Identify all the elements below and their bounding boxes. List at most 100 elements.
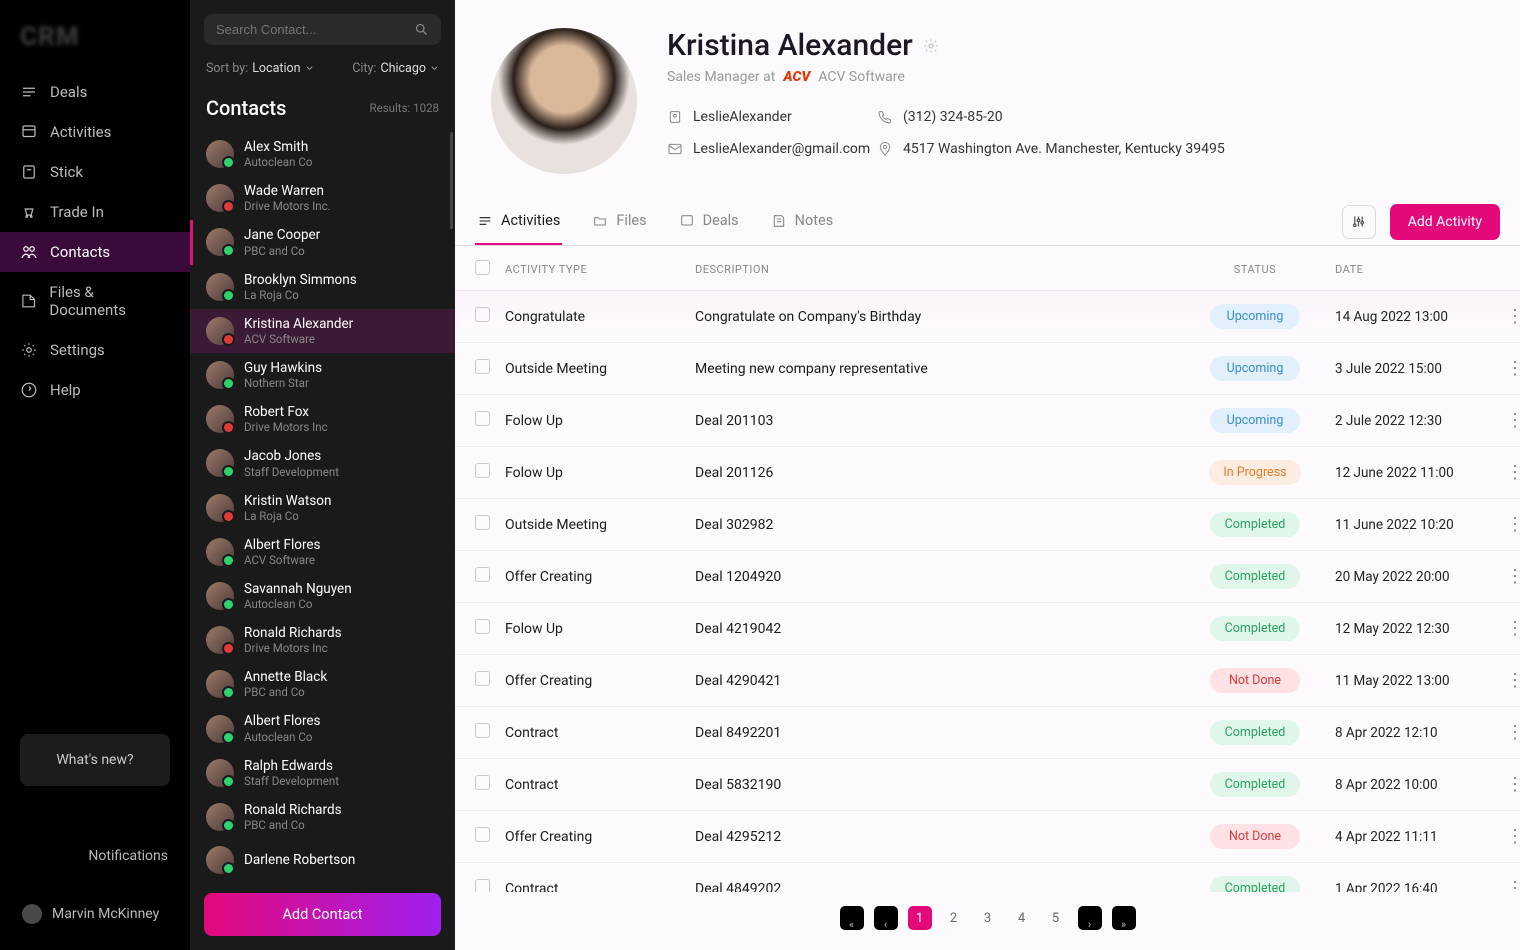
contact-company: Nothern Star (244, 376, 322, 390)
row-menu-button[interactable]: ⋮ (1495, 774, 1520, 795)
row-checkbox[interactable] (475, 463, 490, 478)
contact-row[interactable]: Kristin WatsonLa Roja Co (190, 486, 455, 530)
row-menu-button[interactable]: ⋮ (1495, 410, 1520, 431)
city-filter[interactable]: City: Chicago (352, 61, 439, 76)
row-checkbox[interactable] (475, 307, 490, 322)
phone-value: (312) 324-85-20 (903, 109, 1003, 125)
contact-row[interactable]: Kristina AlexanderACV Software (190, 309, 455, 353)
contact-row[interactable]: Wade WarrenDrive Motors Inc. (190, 176, 455, 220)
page-3[interactable]: 3 (976, 906, 1000, 930)
mail-icon (667, 141, 683, 157)
row-checkbox[interactable] (475, 619, 490, 634)
contact-row[interactable]: Darlene Robertson (190, 839, 455, 879)
row-checkbox[interactable] (475, 515, 490, 530)
row-checkbox[interactable] (475, 775, 490, 790)
table-row: Offer CreatingDeal 1204920Completed20 Ma… (455, 551, 1520, 603)
page-prev[interactable]: ‹ (874, 906, 898, 930)
tab-files[interactable]: Files (590, 198, 648, 245)
row-checkbox[interactable] (475, 879, 490, 892)
row-menu-button[interactable]: ⋮ (1495, 514, 1520, 535)
page-first[interactable]: « (840, 906, 864, 930)
notifications-link[interactable]: Notifications (16, 818, 174, 894)
nav-item-settings[interactable]: Settings (0, 330, 190, 370)
add-contact-button[interactable]: Add Contact (204, 893, 441, 936)
contact-row[interactable]: Ronald RichardsPBC and Co (190, 795, 455, 839)
avatar (206, 626, 234, 654)
contact-row[interactable]: Robert FoxDrive Motors Inc (190, 397, 455, 441)
row-menu-button[interactable]: ⋮ (1495, 878, 1520, 892)
tab-icon (592, 213, 608, 229)
contact-row[interactable]: Annette BlackPBC and Co (190, 662, 455, 706)
tab-notes[interactable]: Notes (769, 198, 836, 245)
cell-description: Congratulate on Company's Birthday (695, 309, 1175, 325)
search-input[interactable] (216, 22, 414, 37)
contact-company: Drive Motors Inc. (244, 199, 331, 213)
gear-icon[interactable] (923, 38, 939, 54)
row-checkbox[interactable] (475, 723, 490, 738)
nav-item-activities[interactable]: Activities (0, 112, 190, 152)
nav-label: Help (50, 381, 81, 399)
search-input-wrap[interactable] (204, 14, 441, 45)
row-menu-button[interactable]: ⋮ (1495, 670, 1520, 691)
tab-deals[interactable]: Deals (677, 198, 741, 245)
row-menu-button[interactable]: ⋮ (1495, 462, 1520, 483)
contact-row[interactable]: Jacob JonesStaff Development (190, 441, 455, 485)
row-checkbox[interactable] (475, 359, 490, 374)
table-body: CongratulateCongratulate on Company's Bi… (455, 291, 1520, 892)
row-checkbox[interactable] (475, 567, 490, 582)
contact-row[interactable]: Guy HawkinsNothern Star (190, 353, 455, 397)
add-activity-button[interactable]: Add Activity (1390, 204, 1500, 240)
nav-item-stick[interactable]: Stick (0, 152, 190, 192)
row-menu-button[interactable]: ⋮ (1495, 306, 1520, 327)
page-5[interactable]: 5 (1044, 906, 1068, 930)
page-2[interactable]: 2 (942, 906, 966, 930)
row-menu-button[interactable]: ⋮ (1495, 566, 1520, 587)
row-checkbox[interactable] (475, 827, 490, 842)
contact-row[interactable]: Brooklyn SimmonsLa Roja Co (190, 265, 455, 309)
status-badge: Completed (1210, 876, 1300, 892)
tab-label: Deals (703, 212, 739, 229)
row-menu-button[interactable]: ⋮ (1495, 722, 1520, 743)
cell-date: 14 Aug 2022 13:00 (1335, 309, 1495, 325)
nav-item-deals[interactable]: Deals (0, 72, 190, 112)
status-badge: Completed (1210, 720, 1300, 745)
contact-company: ACV Software (244, 332, 353, 346)
page-4[interactable]: 4 (1010, 906, 1034, 930)
row-menu-button[interactable]: ⋮ (1495, 826, 1520, 847)
nav-item-files-documents[interactable]: Files & Documents (0, 272, 190, 330)
row-checkbox[interactable] (475, 411, 490, 426)
filter-button[interactable] (1342, 205, 1376, 239)
contact-row[interactable]: Ralph EdwardsStaff Development (190, 751, 455, 795)
row-menu-button[interactable]: ⋮ (1495, 618, 1520, 639)
select-all-checkbox[interactable] (475, 260, 490, 275)
contact-row[interactable]: Ronald RichardsDrive Motors Inc (190, 618, 455, 662)
nav-item-help[interactable]: Help (0, 370, 190, 410)
company-logo: ACV (783, 69, 810, 85)
whats-new-card[interactable]: What's new? (20, 734, 170, 786)
nav-item-trade-in[interactable]: Trade In (0, 192, 190, 232)
avatar (206, 317, 234, 345)
row-menu-button[interactable]: ⋮ (1495, 358, 1520, 379)
contact-row[interactable]: Savannah NguyenAutoclean Co (190, 574, 455, 618)
avatar (206, 846, 234, 874)
cell-description: Deal 4219042 (695, 621, 1175, 637)
tab-label: Activities (501, 212, 560, 229)
contact-row[interactable]: Albert FloresAutoclean Co (190, 706, 455, 750)
cell-activity-type: Contract (505, 777, 695, 793)
page-1[interactable]: 1 (908, 906, 932, 930)
page-next[interactable]: › (1078, 906, 1102, 930)
cell-activity-type: Contract (505, 881, 695, 893)
status-badge: Upcoming (1210, 304, 1300, 329)
sort-filter[interactable]: Sort by: Location (206, 61, 314, 76)
nav-item-contacts[interactable]: Contacts (0, 232, 190, 272)
col-activity-type: ACTIVITY TYPE (505, 263, 695, 276)
tab-activities[interactable]: Activities (475, 198, 562, 245)
contact-list[interactable]: Alex SmithAutoclean CoWade WarrenDrive M… (190, 132, 455, 879)
contact-row[interactable]: Albert FloresACV Software (190, 530, 455, 574)
contact-row[interactable]: Alex SmithAutoclean Co (190, 132, 455, 176)
row-checkbox[interactable] (475, 671, 490, 686)
contact-row[interactable]: Jane CooperPBC and Co (190, 220, 455, 264)
page-last[interactable]: » (1112, 906, 1136, 930)
current-user[interactable]: Marvin McKinney (16, 894, 174, 934)
tab-label: Files (616, 212, 646, 229)
